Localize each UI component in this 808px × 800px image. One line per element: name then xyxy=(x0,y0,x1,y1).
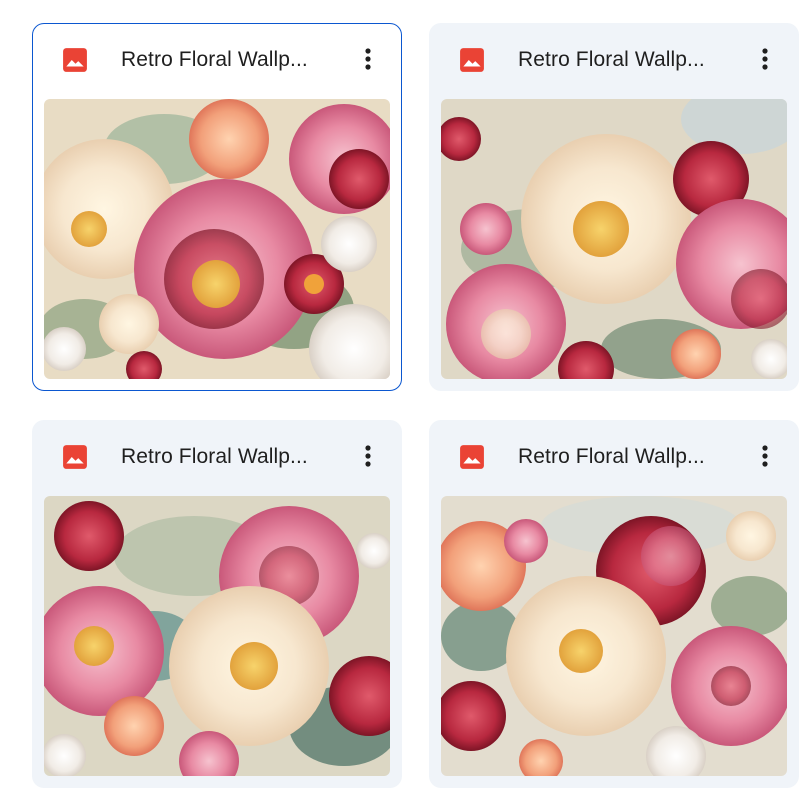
image-icon xyxy=(63,48,87,72)
more-vert-icon[interactable] xyxy=(749,43,781,75)
file-card-header: Retro Floral Wallp... xyxy=(429,23,799,99)
file-card[interactable]: Retro Floral Wallp... xyxy=(429,420,799,788)
image-thumbnail[interactable] xyxy=(441,99,787,379)
file-card[interactable]: Retro Floral Wallp... xyxy=(429,23,799,391)
file-card-header: Retro Floral Wallp... xyxy=(429,420,799,496)
file-name[interactable]: Retro Floral Wallp... xyxy=(518,48,738,72)
file-name[interactable]: Retro Floral Wallp... xyxy=(121,445,341,469)
more-vert-icon[interactable] xyxy=(352,43,384,75)
file-name[interactable]: Retro Floral Wallp... xyxy=(518,445,738,469)
file-grid: Retro Floral Wallp... Retro Floral Wallp… xyxy=(0,0,808,800)
image-icon xyxy=(460,48,484,72)
file-name[interactable]: Retro Floral Wallp... xyxy=(121,48,341,72)
image-icon xyxy=(63,445,87,469)
image-icon xyxy=(460,445,484,469)
file-card-header: Retro Floral Wallp... xyxy=(32,420,402,496)
image-thumbnail[interactable] xyxy=(44,496,390,776)
file-card[interactable]: Retro Floral Wallp... xyxy=(32,23,402,391)
file-card-header: Retro Floral Wallp... xyxy=(33,24,401,100)
more-vert-icon[interactable] xyxy=(352,440,384,472)
file-card[interactable]: Retro Floral Wallp... xyxy=(32,420,402,788)
more-vert-icon[interactable] xyxy=(749,440,781,472)
image-thumbnail[interactable] xyxy=(441,496,787,776)
image-thumbnail[interactable] xyxy=(44,99,390,379)
